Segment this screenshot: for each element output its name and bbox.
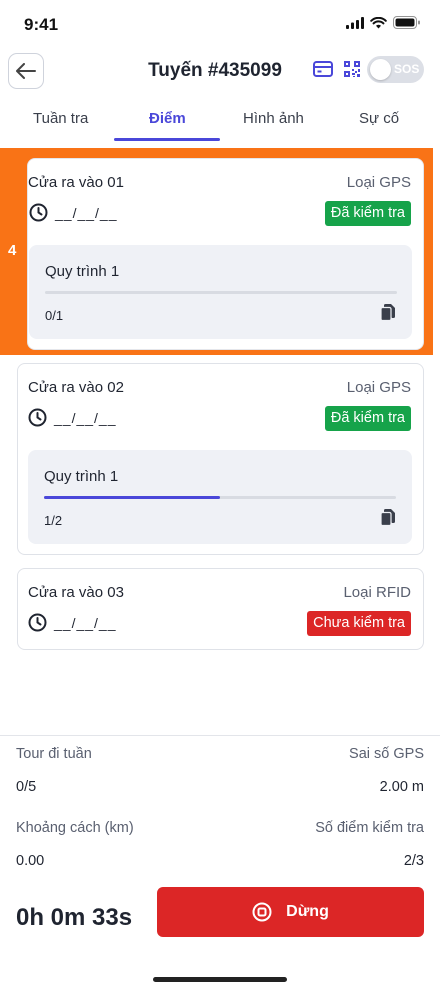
tab-bar: Tuần tra Điểm Hình ảnh Sự cố: [0, 100, 440, 142]
process-box[interactable]: Quy trình 1 0/1: [29, 245, 412, 339]
sos-toggle[interactable]: SOS: [367, 56, 424, 83]
wifi-icon: [370, 16, 387, 28]
point-card[interactable]: Cửa ra vào 02 Loại GPS __/__/__ Đã kiểm …: [17, 363, 424, 555]
checkpoints-value: 2/3: [403, 853, 424, 869]
point-name: Cửa ra vào 02: [28, 379, 124, 396]
point-time: __/__/__: [55, 205, 118, 221]
copy-icon[interactable]: [380, 304, 396, 321]
signal-icon: [346, 16, 364, 29]
stop-icon: [252, 902, 272, 922]
point-name: Cửa ra vào 01: [28, 174, 124, 191]
qr-code-icon[interactable]: [344, 60, 360, 83]
status-bar: 9:41: [0, 0, 440, 48]
tab-points[interactable]: Điểm: [149, 110, 186, 127]
tour-label: Tour đi tuần: [16, 746, 92, 762]
process-count: 1/2: [44, 513, 63, 528]
status-badge: Chưa kiểm tra: [307, 611, 411, 636]
highlight-number: 4: [8, 242, 17, 259]
app-header: Tuyến #435099 SOS: [0, 48, 440, 92]
distance-label: Khoảng cách (km): [16, 820, 134, 836]
clock-icon: [28, 408, 47, 427]
progress-bar: [45, 291, 397, 294]
tour-value: 0/5: [16, 779, 37, 795]
tab-patrol[interactable]: Tuần tra: [33, 110, 88, 127]
progress-fill: [44, 496, 220, 499]
sos-toggle-knob: [370, 59, 391, 80]
elapsed-timer: 0h 0m 33s: [16, 904, 133, 931]
tab-images[interactable]: Hình ảnh: [243, 110, 304, 127]
process-name: Quy trình 1: [45, 263, 120, 280]
home-indicator: [153, 977, 287, 982]
point-card[interactable]: Cửa ra vào 03 Loại RFID __/__/__ Chưa ki…: [17, 568, 424, 650]
summary-panel: Tour đi tuần Sai số GPS 0/5 2.00 m Khoản…: [0, 735, 440, 955]
tab-incidents[interactable]: Sự cố: [359, 110, 399, 127]
gps-error-value: 2.00 m: [379, 779, 424, 795]
process-name: Quy trình 1: [44, 468, 119, 485]
status-time: 9:41: [24, 15, 59, 34]
status-badge: Đã kiểm tra: [324, 406, 411, 431]
clock-icon: [29, 203, 48, 222]
point-type: Loại GPS: [346, 174, 411, 191]
battery-icon: [393, 16, 420, 29]
checkpoints-label: Số điểm kiểm tra: [315, 820, 424, 836]
sos-label: SOS: [394, 62, 420, 76]
gps-error-label: Sai số GPS: [349, 746, 424, 762]
status-badge: Đã kiểm tra: [324, 201, 411, 226]
progress-bar: [44, 496, 396, 499]
point-time: __/__/__: [54, 410, 117, 426]
distance-value: 0.00: [16, 853, 45, 869]
clock-icon: [28, 613, 47, 632]
stop-button[interactable]: Dừng: [157, 887, 424, 937]
point-type: Loại GPS: [346, 379, 411, 396]
page-title-text: Tuyến #435099: [148, 60, 282, 81]
point-name: Cửa ra vào 03: [28, 584, 124, 601]
point-card[interactable]: Cửa ra vào 01 Loại GPS __/__/__ Đã kiểm …: [27, 158, 424, 350]
stop-label: Dừng: [286, 903, 329, 920]
point-type: Loại RFID: [343, 584, 411, 601]
card-icon[interactable]: [313, 60, 333, 83]
copy-icon[interactable]: [380, 509, 396, 526]
point-time: __/__/__: [54, 615, 117, 631]
status-icons: [346, 16, 420, 29]
active-tab-indicator: [114, 138, 220, 141]
process-count: 0/1: [45, 308, 64, 323]
process-box[interactable]: Quy trình 1 1/2: [28, 450, 412, 544]
